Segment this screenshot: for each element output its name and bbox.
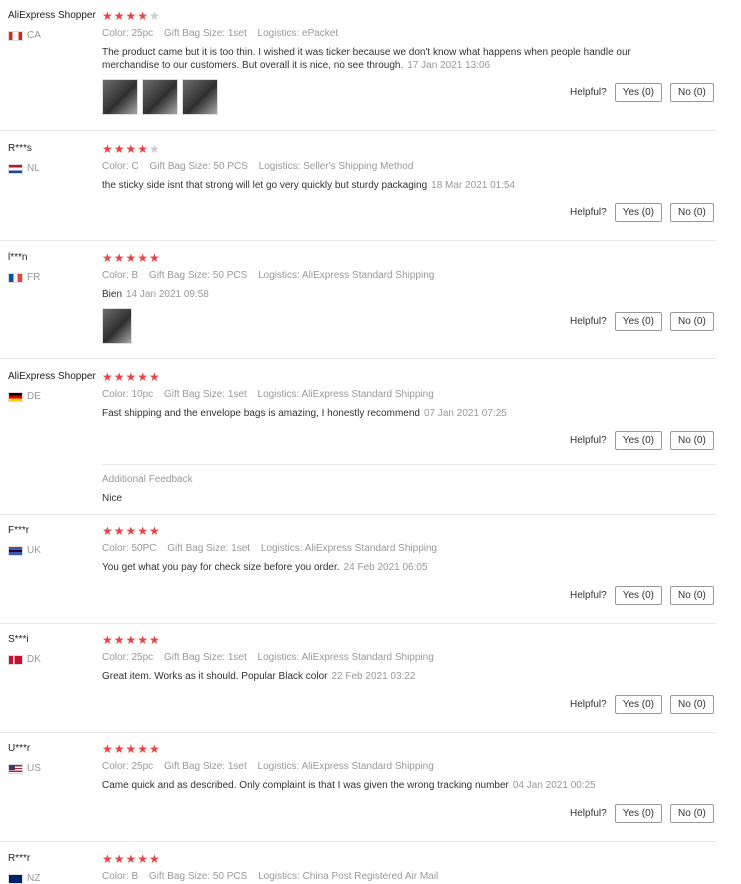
helpful-yes-button[interactable]: Yes (0) bbox=[614, 83, 663, 102]
star-rating: ★★★★★ bbox=[102, 142, 161, 156]
reviewer-country: NZ bbox=[8, 873, 40, 884]
review-text: The product came but it is too thin. I w… bbox=[102, 47, 631, 71]
review-text: You get what you pay for check size befo… bbox=[102, 562, 428, 573]
star-rating: ★★★★★ bbox=[102, 742, 161, 756]
flag-icon bbox=[8, 163, 23, 174]
reviewer-name: AliExpress Shopper bbox=[8, 10, 96, 21]
review-photos bbox=[102, 308, 132, 344]
additional-feedback-title: Additional Feedback bbox=[102, 474, 193, 485]
reviewer-name: R***s bbox=[8, 143, 32, 154]
reviewer-name: S***i bbox=[8, 634, 29, 645]
reviewer-country: DE bbox=[8, 391, 41, 402]
helpful-yes-button[interactable]: Yes (0) bbox=[614, 586, 663, 605]
review-text: Bien 14 Jan 2021 09:58 bbox=[102, 289, 209, 300]
flag-icon bbox=[8, 391, 23, 402]
sku-attributes: Color: 50PC Gift Bag Size: 1set Logistic… bbox=[102, 543, 438, 554]
helpful-yes-button[interactable]: Yes (0) bbox=[614, 203, 663, 222]
helpful-yes-button[interactable]: Yes (0) bbox=[614, 695, 663, 714]
divider bbox=[0, 623, 716, 624]
flag-icon bbox=[8, 272, 23, 283]
helpful-no-button[interactable]: No (0) bbox=[670, 203, 714, 222]
flag-icon bbox=[8, 873, 23, 884]
reviewer-name: l***n bbox=[8, 252, 28, 263]
reviewer-country: UK bbox=[8, 545, 41, 556]
helpful-no-button[interactable]: No (0) bbox=[670, 695, 714, 714]
review-date: 17 Jan 2021 13:06 bbox=[407, 60, 491, 71]
helpful-controls: Helpful? Yes (0) No (0) bbox=[570, 695, 722, 714]
sku-attributes: Color: B Gift Bag Size: 50 PCS Logistics… bbox=[102, 871, 439, 882]
sku-attributes: Color: 25pc Gift Bag Size: 1set Logistic… bbox=[102, 761, 434, 772]
helpful-no-button[interactable]: No (0) bbox=[670, 804, 714, 823]
helpful-no-button[interactable]: No (0) bbox=[670, 431, 714, 450]
divider bbox=[0, 358, 716, 359]
star-rating: ★★★★★ bbox=[102, 370, 161, 384]
reviewer-name: R***r bbox=[8, 853, 31, 864]
sku-attributes: Color: 25pc Gift Bag Size: 1set Logistic… bbox=[102, 28, 339, 39]
reviewer-country: CA bbox=[8, 30, 41, 41]
additional-feedback-text: Nice bbox=[102, 493, 123, 504]
helpful-controls: Helpful? Yes (0) No (0) bbox=[570, 203, 722, 222]
star-rating: ★★★★★ bbox=[102, 251, 161, 265]
helpful-controls: Helpful? Yes (0) No (0) bbox=[570, 586, 722, 605]
sku-attributes: Color: B Gift Bag Size: 50 PCS Logistics… bbox=[102, 270, 435, 281]
review-text: Came quick and as described. Only compla… bbox=[102, 780, 596, 791]
review-photo[interactable] bbox=[182, 79, 218, 115]
flag-icon bbox=[8, 654, 23, 665]
sku-attributes: Color: 10pc Gift Bag Size: 1set Logistic… bbox=[102, 389, 434, 400]
review-text: Great item. Works as it should. Popular … bbox=[102, 671, 416, 682]
review-photo[interactable] bbox=[102, 308, 132, 344]
flag-icon bbox=[8, 545, 23, 556]
helpful-controls: Helpful? Yes (0) No (0) bbox=[570, 312, 722, 331]
divider bbox=[0, 514, 716, 515]
review-photo[interactable] bbox=[142, 79, 178, 115]
helpful-yes-button[interactable]: Yes (0) bbox=[614, 804, 663, 823]
divider bbox=[0, 130, 716, 131]
reviewer-country: US bbox=[8, 763, 41, 774]
review-photos bbox=[102, 79, 218, 115]
reviewer-country: FR bbox=[8, 272, 40, 283]
review-date: 14 Jan 2021 09:58 bbox=[126, 289, 209, 300]
reviewer-name: F***r bbox=[8, 525, 30, 536]
star-rating: ★★★★★ bbox=[102, 633, 161, 647]
star-rating: ★★★★★ bbox=[102, 852, 161, 866]
helpful-yes-button[interactable]: Yes (0) bbox=[614, 312, 663, 331]
review-date: 24 Feb 2021 06:05 bbox=[343, 562, 428, 573]
reviewer-country: DK bbox=[8, 654, 41, 665]
divider bbox=[0, 240, 716, 241]
flag-icon bbox=[8, 30, 23, 41]
sku-attributes: Color: C Gift Bag Size: 50 PCS Logistics… bbox=[102, 161, 414, 172]
flag-icon bbox=[8, 763, 23, 774]
review-date: 07 Jan 2021 07:25 bbox=[423, 408, 507, 419]
divider bbox=[0, 732, 716, 733]
helpful-yes-button[interactable]: Yes (0) bbox=[614, 431, 663, 450]
reviewer-country: NL bbox=[8, 163, 40, 174]
review-date: 22 Feb 2021 03:22 bbox=[331, 671, 416, 682]
sku-attributes: Color: 25pc Gift Bag Size: 1set Logistic… bbox=[102, 652, 434, 663]
review-date: 04 Jan 2021 00:25 bbox=[512, 780, 596, 791]
review-text: Fast shipping and the envelope bags is a… bbox=[102, 408, 507, 419]
reviewer-name: U***r bbox=[8, 743, 31, 754]
helpful-controls: Helpful? Yes (0) No (0) bbox=[570, 431, 722, 450]
star-rating: ★★★★★ bbox=[102, 524, 161, 538]
divider bbox=[0, 841, 716, 842]
helpful-controls: Helpful? Yes (0) No (0) bbox=[570, 83, 722, 102]
divider bbox=[102, 464, 716, 465]
star-rating: ★★★★★ bbox=[102, 9, 161, 23]
review-text: the sticky side isnt that strong will le… bbox=[102, 180, 516, 191]
helpful-controls: Helpful? Yes (0) No (0) bbox=[570, 804, 722, 823]
helpful-no-button[interactable]: No (0) bbox=[670, 586, 714, 605]
reviewer-name: AliExpress Shopper bbox=[8, 371, 96, 382]
review-photo[interactable] bbox=[102, 79, 138, 115]
helpful-no-button[interactable]: No (0) bbox=[670, 83, 714, 102]
review-date: 18 Mar 2021 01:54 bbox=[431, 180, 516, 191]
helpful-no-button[interactable]: No (0) bbox=[670, 312, 714, 331]
